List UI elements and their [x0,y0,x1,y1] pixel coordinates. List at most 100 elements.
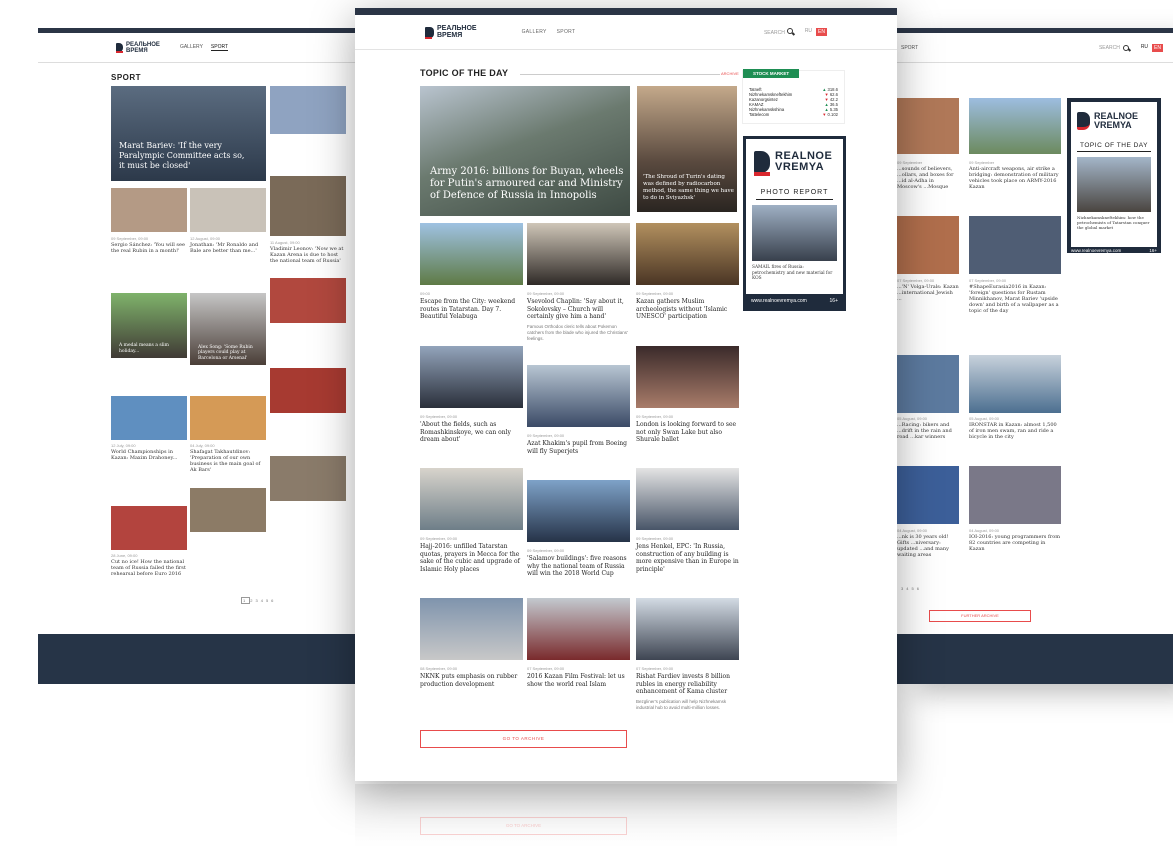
item-title[interactable]: 07 September, 09:00 ...'N' Volga-Urals: K… [897,278,959,302]
search-label[interactable]: SEARCH [1099,45,1120,51]
logo[interactable]: РЕАЛЬНОЕ ВРЕМЯ [425,25,477,39]
page-1[interactable]: 1 [241,597,251,604]
item-title[interactable]: 04 August, 09:00 ...nk is 30 years old! G… [897,528,959,558]
article-image[interactable] [636,346,739,408]
article-image[interactable] [420,346,523,408]
nav-sport[interactable]: SPORT [210,44,229,51]
hero-story[interactable]: Army 2016: billions for Buyan, wheels fo… [420,86,630,216]
nav-sport[interactable]: SPORT [557,29,576,35]
promo-site[interactable]: www.realnoevremya.com [751,298,807,304]
search-box[interactable]: SEARCH [764,28,793,36]
thumb[interactable] [190,188,266,232]
article-title[interactable]: Rishat Fardiev invests 8 billion rubles … [636,673,739,696]
item-title[interactable]: 09 September, 09:00 Sergio Sánchez: 'You … [111,236,187,254]
item-text[interactable]: World Championships in Kazan: Maxim Drah… [111,449,177,461]
feature-title[interactable]: Marat Bariev: 'If the very Paralympic Co… [119,141,249,171]
article-card[interactable]: 09 September, 09:00 Jens Henkel, EPC: 'I… [636,468,739,573]
item-text[interactable]: A medal means a slim holiday... [119,343,179,354]
article-card[interactable]: 09 September, 09:00 'About the fields, s… [420,346,523,444]
article-title[interactable]: Vsevolod Chaplin: 'Say about it, Sokolov… [527,298,630,321]
item-title[interactable]: 11 August, 09:00 Vladimir Leonov: 'Now we… [270,240,346,264]
pagination[interactable]: 1 23456 [241,597,276,604]
article-card[interactable]: 09 September, 09:00 Vsevolod Chaplin: 'S… [527,223,630,342]
item-text[interactable]: ...sounds of believers, ...ollars, and b… [897,166,953,190]
secondary-hero-title[interactable]: 'The Shroud of Turin's dating was define… [643,174,735,202]
item-text[interactable]: Vladimir Leonov: 'Now we at Kazan Arena … [270,246,343,264]
article-image[interactable] [527,598,630,660]
thumb[interactable] [190,396,266,440]
article-title[interactable]: Escape from the City: weekend routes in … [420,298,523,321]
article-title[interactable]: 2016 Kazan Film Festival: let us show th… [527,673,630,688]
article-image[interactable] [420,468,523,530]
thumb[interactable] [111,506,187,550]
side-thumb[interactable] [270,456,346,501]
item-text[interactable]: Cut no ice! How the national team of Rus… [111,559,186,577]
nav-sport[interactable]: SPORT [901,45,918,51]
nav-gallery[interactable]: GALLERY [180,44,203,51]
side-thumb[interactable] [270,278,346,323]
article-card[interactable]: 09 September, 09:00 London is looking fo… [636,346,739,444]
article-title[interactable]: Kazan gathers Muslim archeologists witho… [636,298,739,321]
item-title[interactable]: 09 September ...sounds of believers, ...o… [897,160,959,190]
article-card[interactable]: 07 September, 09:00 Rishat Fardiev inves… [636,598,739,711]
thumb[interactable] [969,98,1061,154]
item-title[interactable]: 12 August, 09:00 Jonathan: 'Mr Ronaldo an… [190,236,266,254]
article-card[interactable]: 07 September, 09:00 2016 Kazan Film Fest… [527,598,630,688]
item-title[interactable]: 05 August, 09:00 IRONSTAR in Kazan: almos… [969,416,1061,440]
article-image[interactable] [636,223,739,285]
item-title[interactable]: 05 August, 09:00 ...Racing: bikers and ..… [897,416,959,440]
page-6[interactable]: 6 [917,586,922,591]
thumb[interactable] [897,98,959,154]
photo-report-promo[interactable]: REALNOE VREMYA PHOTO REPORT SAMAIL fires … [743,136,846,311]
thumb[interactable] [897,355,959,413]
thumb[interactable] [897,466,959,524]
item-title[interactable]: 04 August, 09:00 IOI-2016: young programm… [969,528,1061,552]
archive-link[interactable]: ARCHIVE [721,71,739,76]
thumb[interactable] [897,216,959,274]
item-text[interactable]: Alex Song: 'Some Rubin players could pla… [198,345,264,362]
item-text[interactable]: Sergio Sánchez: 'You will see the real R… [111,242,185,254]
article-card[interactable]: 09:00 Escape from the City: weekend rout… [420,223,523,321]
lang-ru[interactable]: RU [1141,44,1148,52]
article-image[interactable] [527,480,630,542]
search-icon[interactable] [1122,44,1129,51]
thumb[interactable] [111,188,187,232]
item-text[interactable]: #ShapeEurasia2016 in Kazan: 'foreign' qu… [969,284,1059,314]
article-card[interactable]: 09 September, 09:00 Hajj-2016: unfilled … [420,468,523,573]
go-to-archive-button[interactable]: GO TO ARCHIVE [420,730,627,748]
pagination[interactable]: 3456 [901,586,922,591]
article-card[interactable]: 09 September, 09:00 Kazan gathers Muslim… [636,223,739,321]
item-text[interactable]: ...Racing: bikers and ...drift in the ra… [897,422,952,440]
side-thumb[interactable] [270,176,346,236]
item-text[interactable]: Anti-aircraft weapons, air strike a brid… [969,166,1059,190]
thumb[interactable] [190,488,266,532]
thumb[interactable] [111,396,187,440]
article-title[interactable]: Azat Khakim's pupil from Boeing will fly… [527,440,630,455]
item-text[interactable]: ...nk is 30 years old! Gifts ...niversar… [897,534,949,558]
article-title[interactable]: 'Salamov buildings': five reasons why th… [527,555,630,578]
item-title[interactable]: 09 September Anti-aircraft weapons, air s… [969,160,1061,190]
article-image[interactable] [636,598,739,660]
thumb[interactable]: A medal means a slim holiday... [111,293,187,358]
article-image[interactable] [636,468,739,530]
lang-en[interactable]: EN [816,28,827,36]
article-image[interactable] [420,223,523,285]
page-6[interactable]: 6 [271,598,276,603]
article-card[interactable]: 09 September, 09:00 Azat Khakim's pupil … [527,365,630,455]
article-title[interactable]: Hajj-2016: unfilled Tatarstan quotas, pr… [420,543,523,573]
article-title[interactable]: London is looking forward to see not onl… [636,421,739,444]
article-title[interactable]: NKNK puts emphasis on rubber production … [420,673,523,688]
search-icon[interactable] [786,28,793,34]
article-card[interactable]: 09 September, 09:00 'Salamov buildings':… [527,480,630,578]
thumb[interactable]: Alex Song: 'Some Rubin players could pla… [190,293,266,365]
item-text[interactable]: Shafagat Takhautdinov: 'Preparation of o… [190,449,260,473]
item-title[interactable]: 07 September, 09:00 #ShapeEurasia2016 in … [969,278,1061,314]
article-title[interactable]: 'About the fields, such as Romashkinskoy… [420,421,523,444]
article-card[interactable]: 08 September, 09:00 NKNK puts emphasis o… [420,598,523,688]
ad-site[interactable]: www.realnoevremya.com [1071,248,1121,253]
article-title[interactable]: Jens Henkel, EPC: 'In Russia, constructi… [636,543,739,573]
lang-ru[interactable]: RU [805,28,812,36]
lang-en[interactable]: EN [1152,43,1163,52]
article-image[interactable] [420,598,523,660]
article-image[interactable] [527,223,630,285]
